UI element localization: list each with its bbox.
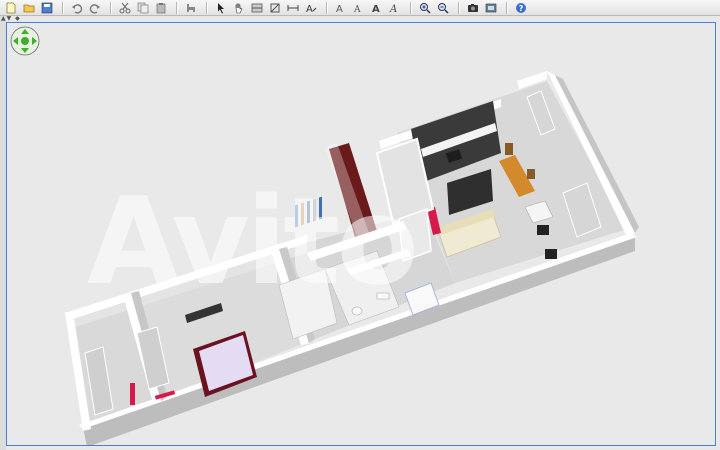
paste-icon[interactable] xyxy=(154,1,168,15)
redo-icon[interactable] xyxy=(88,1,102,15)
open-folder-icon[interactable] xyxy=(22,1,36,15)
cut-icon[interactable] xyxy=(118,1,132,15)
svg-text:A: A xyxy=(372,4,380,14)
svg-text:A: A xyxy=(389,4,397,14)
toolbar-separator xyxy=(458,1,460,14)
red-cabinet xyxy=(130,383,135,405)
create-video-icon[interactable] xyxy=(484,1,498,15)
pan-hand-icon[interactable] xyxy=(232,1,246,15)
svg-text:A: A xyxy=(353,5,361,14)
create-rooms-icon[interactable] xyxy=(268,1,282,15)
toolbar-separator xyxy=(62,1,64,14)
toolbar-separator xyxy=(410,1,412,14)
apartment-model xyxy=(65,71,639,445)
sink xyxy=(376,292,390,300)
create-dimensions-icon[interactable] xyxy=(286,1,300,15)
toilet xyxy=(351,306,363,316)
svg-text:?: ? xyxy=(519,4,524,13)
toolbar-separator xyxy=(326,1,328,14)
svg-text:A: A xyxy=(306,4,313,14)
text-style-a4-icon[interactable]: A xyxy=(388,1,402,15)
select-arrow-icon[interactable] xyxy=(214,1,228,15)
new-file-icon[interactable] xyxy=(4,1,18,15)
zoom-out-icon[interactable] xyxy=(436,1,450,15)
3d-view[interactable]: Avito xyxy=(6,22,716,446)
chair-4 xyxy=(545,249,557,259)
chair-3 xyxy=(537,225,549,235)
text-style-a3-icon[interactable]: A xyxy=(370,1,384,15)
toolbar-separator xyxy=(506,1,508,14)
wardrobe-clothes xyxy=(295,196,322,228)
svg-text:A: A xyxy=(336,4,343,14)
floor-plan-3d[interactable] xyxy=(7,23,716,446)
create-walls-icon[interactable] xyxy=(250,1,264,15)
toolbar-separator xyxy=(110,1,112,14)
copy-icon[interactable] xyxy=(136,1,150,15)
main-toolbar: A A A A A ? xyxy=(0,0,720,16)
text-style-a2-icon[interactable]: A xyxy=(352,1,366,15)
zoom-in-icon[interactable] xyxy=(418,1,432,15)
add-furniture-icon[interactable] xyxy=(184,1,198,15)
navigation-arrows-widget[interactable] xyxy=(10,26,40,56)
chair-2 xyxy=(527,169,535,179)
create-photo-icon[interactable] xyxy=(466,1,480,15)
toolbar-separator xyxy=(206,1,208,14)
help-icon[interactable]: ? xyxy=(514,1,528,15)
text-style-a1-icon[interactable]: A xyxy=(334,1,348,15)
undo-icon[interactable] xyxy=(70,1,84,15)
toolbar-separator xyxy=(176,1,178,14)
chair-1 xyxy=(505,143,513,155)
create-labels-icon[interactable]: A xyxy=(304,1,318,15)
save-icon[interactable] xyxy=(40,1,54,15)
